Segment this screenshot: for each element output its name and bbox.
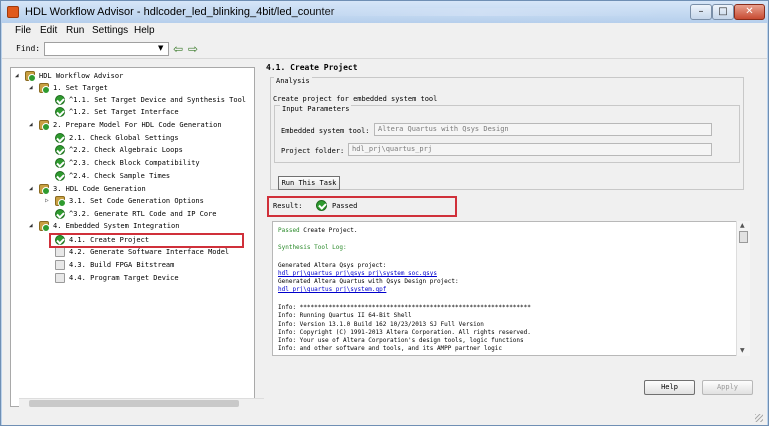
report-line: Info: **********************************… — [278, 304, 531, 311]
passed-check-icon — [55, 158, 65, 168]
quartus-project-link[interactable]: hdl_prj\quartus_prj\system.qpf — [278, 286, 386, 293]
find-dropdown-icon[interactable]: ▼ — [158, 44, 163, 52]
collapse-icon[interactable]: ◢ — [29, 82, 33, 94]
result-label: Result: — [273, 202, 303, 210]
scrollbar-thumb[interactable] — [29, 400, 239, 407]
expand-icon[interactable]: ▷ — [45, 195, 49, 207]
passed-check-icon — [55, 171, 65, 181]
folder-passed-icon — [39, 120, 50, 131]
passed-check-icon — [55, 209, 65, 219]
report-line: Info: Version 13.1.0 Build 162 10/23/201… — [278, 321, 484, 328]
qsys-project-link[interactable]: hdl_prj\quartus_prj\qsys_prj\system_soc.… — [278, 270, 437, 277]
task-heading: 4.1. Create Project — [266, 63, 358, 72]
menu-file[interactable]: File — [15, 25, 31, 36]
collapse-icon[interactable]: ◢ — [29, 183, 33, 195]
project-folder-field[interactable]: hdl_prj\quartus_prj — [348, 143, 712, 156]
task-description: Create project for embedded system tool — [273, 95, 438, 103]
menu-bar: File Edit Run Settings Help — [2, 23, 767, 39]
task-not-run-icon — [55, 260, 65, 270]
result-status: Passed — [332, 202, 358, 210]
task-tree-panel: ◢ HDL Workflow Advisor ◢ 1. Set Target ^… — [10, 67, 264, 408]
folder-passed-icon — [25, 71, 36, 82]
panel-splitter[interactable] — [257, 254, 260, 274]
app-window: HDL Workflow Advisor - hdlcoder_led_blin… — [0, 0, 769, 426]
input-parameters-label: Input Parameters — [280, 105, 352, 113]
find-next-icon[interactable]: ⇨ — [186, 42, 200, 56]
find-input[interactable] — [44, 42, 169, 56]
collapse-icon[interactable]: ◢ — [29, 119, 33, 131]
report-line: Info: Copyright (C) 1991-2013 Altera Cor… — [278, 329, 531, 336]
passed-check-icon — [55, 145, 65, 155]
passed-check-icon — [55, 95, 65, 105]
report-line: Generated Altera Quartus with Qsys Desig… — [278, 278, 459, 285]
find-previous-icon[interactable]: ⇦ — [171, 42, 185, 56]
find-label: Find: — [16, 44, 41, 53]
folder-icon — [39, 221, 50, 232]
maximize-button[interactable]: □ — [712, 4, 734, 20]
task-not-run-icon — [55, 273, 65, 283]
project-folder-label: Project folder: — [281, 147, 345, 155]
folder-passed-icon — [39, 83, 50, 94]
apply-button[interactable]: Apply — [702, 380, 753, 395]
report-line: Info: and other software and tools, and … — [278, 345, 502, 352]
selected-task-highlight — [49, 233, 244, 248]
result-passed-icon — [316, 200, 327, 211]
result-report: Passed Create Project. Synthesis Tool Lo… — [272, 221, 750, 356]
report-passed-line: Passed Create Project. — [278, 227, 358, 234]
folder-passed-icon — [55, 196, 66, 207]
resize-grip-icon[interactable] — [755, 414, 763, 422]
report-vertical-scrollbar[interactable]: ▲ ▼ — [736, 221, 750, 356]
window-title: HDL Workflow Advisor - hdlcoder_led_blin… — [25, 6, 335, 18]
passed-check-icon — [55, 107, 65, 117]
collapse-icon[interactable]: ◢ — [15, 70, 19, 82]
passed-check-icon — [55, 133, 65, 143]
close-button[interactable]: ✕ — [734, 4, 765, 20]
minimize-button[interactable]: – — [690, 4, 712, 20]
run-this-task-button[interactable]: Run This Task — [278, 176, 340, 190]
tree-horizontal-scrollbar[interactable] — [19, 398, 264, 408]
report-line: Info: Your use of Altera Corporation's d… — [278, 337, 524, 344]
menu-settings[interactable]: Settings — [92, 25, 128, 36]
scroll-up-icon[interactable]: ▲ — [740, 222, 745, 229]
main-content: ◢ HDL Workflow Advisor ◢ 1. Set Target ^… — [2, 59, 767, 425]
find-bar: Find: ▼ ⇦ ⇨ — [2, 39, 767, 59]
analysis-label: Analysis — [274, 77, 312, 85]
menu-help[interactable]: Help — [134, 25, 155, 36]
embedded-tool-label: Embedded system tool: — [281, 127, 370, 135]
scrollbar-thumb[interactable] — [739, 231, 748, 243]
matlab-app-icon — [7, 6, 19, 18]
collapse-icon[interactable]: ◢ — [29, 220, 33, 232]
scroll-down-icon[interactable]: ▼ — [740, 347, 745, 354]
menu-edit[interactable]: Edit — [40, 25, 57, 36]
report-line: Info: Running Quartus II 64-Bit Shell — [278, 312, 412, 319]
embedded-tool-field[interactable]: Altera Quartus with Qsys Design — [374, 123, 712, 136]
help-button[interactable]: Help — [644, 380, 695, 395]
title-bar-blur — [301, 8, 661, 16]
folder-passed-icon — [39, 184, 50, 195]
task-not-run-icon — [55, 247, 65, 257]
report-line: Generated Altera Qsys project: — [278, 262, 387, 269]
synthesis-log-title: Synthesis Tool Log: — [278, 244, 347, 251]
title-bar: HDL Workflow Advisor - hdlcoder_led_blin… — [1, 1, 768, 23]
menu-run[interactable]: Run — [66, 25, 84, 36]
